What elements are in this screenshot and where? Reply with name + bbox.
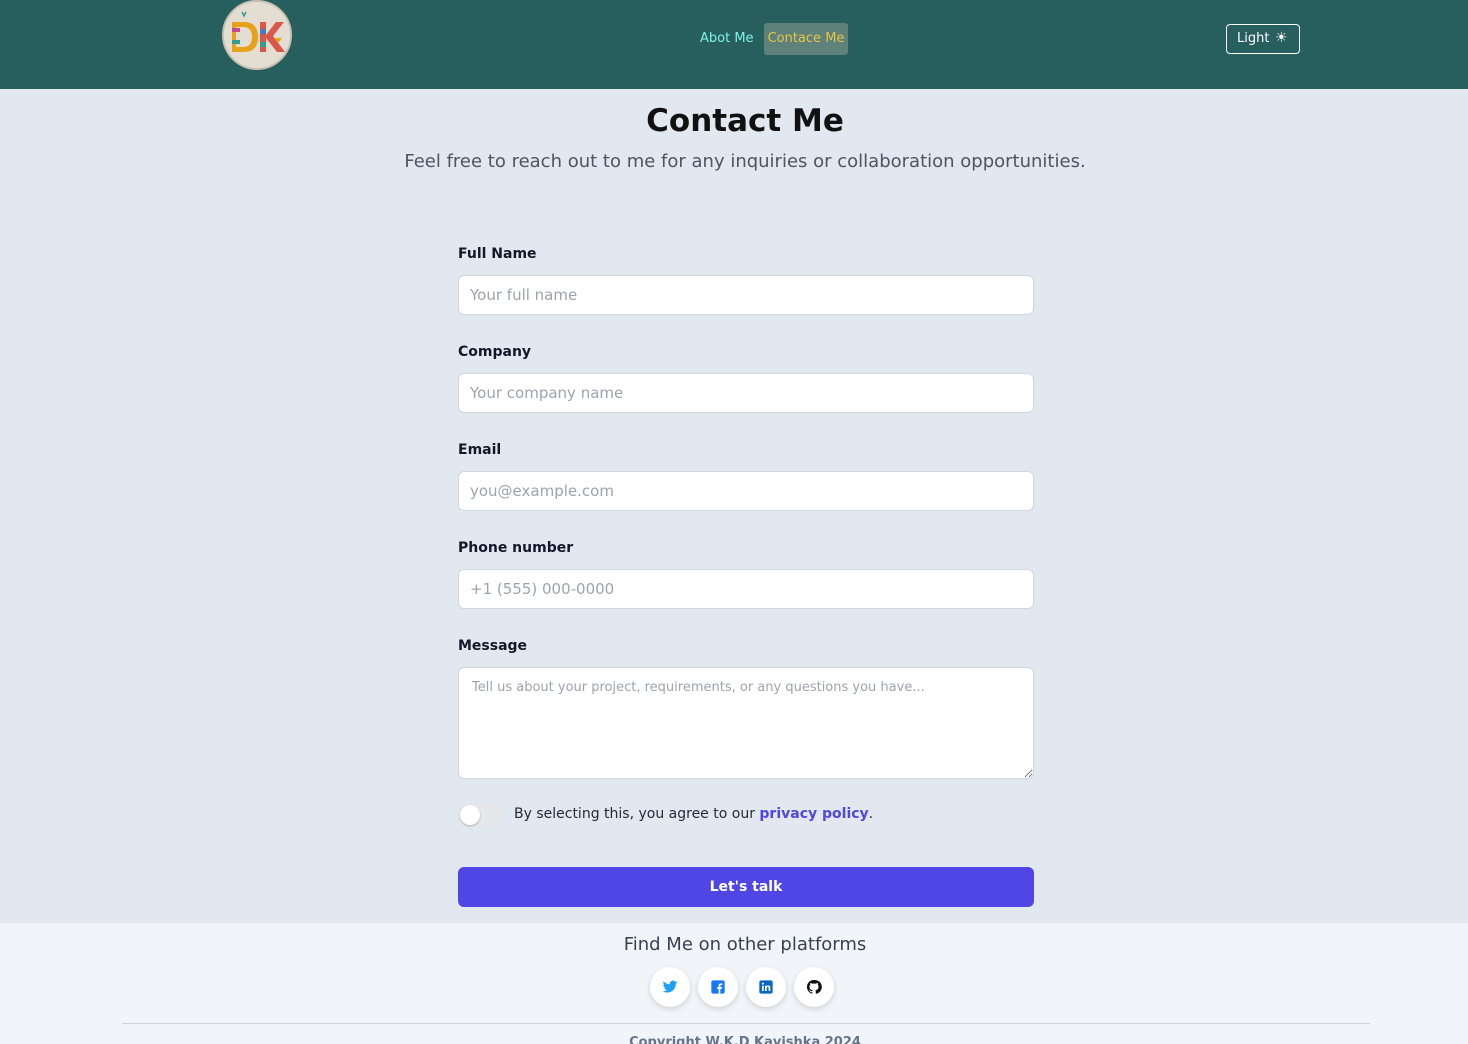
copyright-text: Copyright W.K.D Kavishka 2024 — [629, 1035, 861, 1044]
message-textarea[interactable] — [458, 667, 1034, 779]
nav-about-me[interactable]: Abot Me — [692, 23, 762, 55]
github-link[interactable] — [794, 967, 834, 1007]
linkedin-icon — [759, 980, 773, 994]
footer-divider — [122, 1023, 1370, 1024]
footer-title: Find Me on other platforms — [623, 934, 867, 955]
phone-input[interactable] — [458, 569, 1034, 609]
theme-toggle-button[interactable]: Light ☀ — [1226, 24, 1300, 54]
privacy-suffix: . — [868, 806, 874, 822]
full-name-label: Full Name — [458, 246, 537, 262]
lets-talk-button[interactable]: Let's talk — [458, 867, 1034, 907]
site-header: Abot Me Contace Me Light ☀ — [0, 0, 1468, 89]
nav-contact-me[interactable]: Contace Me — [764, 23, 848, 55]
toggle-knob — [460, 805, 480, 825]
email-label: Email — [458, 442, 502, 458]
twitter-link[interactable] — [650, 967, 690, 1007]
theme-label: Light — [1237, 31, 1270, 46]
privacy-toggle[interactable] — [458, 803, 502, 827]
page-title: Contact Me — [646, 103, 844, 139]
phone-label: Phone number — [458, 540, 574, 556]
privacy-prefix: By selecting this, you agree to our — [514, 806, 760, 822]
full-name-input[interactable] — [458, 275, 1034, 315]
linkedin-link[interactable] — [746, 967, 786, 1007]
facebook-link[interactable] — [698, 967, 738, 1007]
company-label: Company — [458, 344, 532, 360]
privacy-agreement-text: By selecting this, you agree to our priv… — [514, 806, 873, 822]
github-icon — [806, 979, 822, 994]
twitter-icon — [662, 980, 678, 993]
company-input[interactable] — [458, 373, 1034, 413]
facebook-icon — [711, 980, 725, 994]
page-subtitle: Feel free to reach out to me for any inq… — [404, 151, 1086, 172]
site-footer: Find Me on other platforms Copyright W.K… — [0, 923, 1468, 1044]
message-label: Message — [458, 638, 528, 654]
privacy-policy-link[interactable]: privacy policy — [759, 806, 868, 822]
sun-icon: ☀ — [1275, 30, 1288, 46]
email-input[interactable] — [458, 471, 1034, 511]
